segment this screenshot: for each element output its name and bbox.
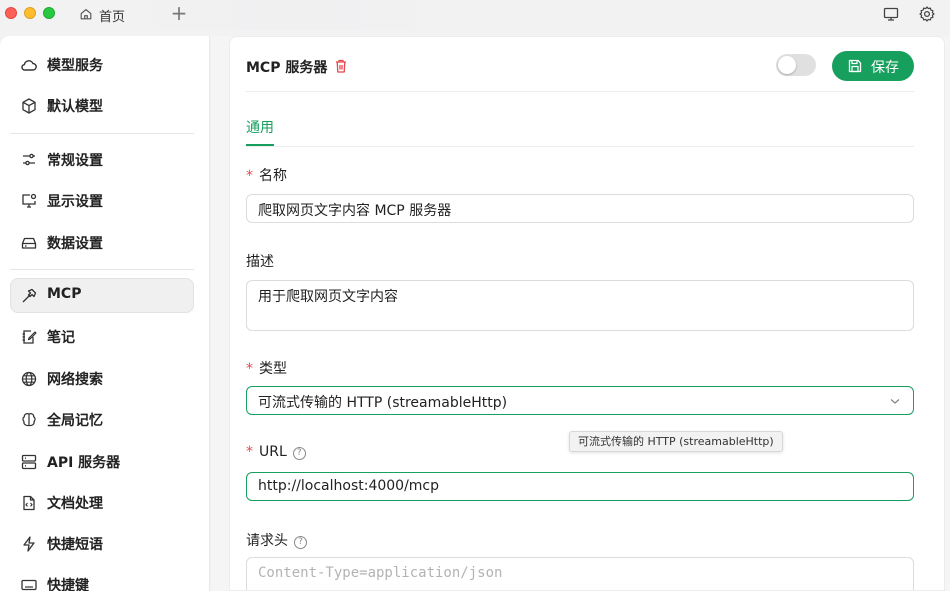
enable-toggle[interactable]	[776, 54, 816, 76]
sidebar-item-general-settings[interactable]: 常规设置	[10, 142, 194, 177]
help-icon[interactable]: ?	[294, 536, 307, 549]
required-mark: *	[246, 361, 253, 377]
note-icon	[22, 330, 37, 344]
sidebar-item-notes[interactable]: 笔记	[10, 319, 194, 354]
globe-icon	[21, 371, 37, 387]
chevron-down-icon	[890, 399, 900, 404]
sidebar-item-data-settings[interactable]: 数据设置	[10, 225, 194, 260]
sidebar-item-default-model[interactable]: 默认模型	[10, 88, 194, 123]
sidebar-item-label: 笔记	[47, 330, 75, 346]
tab-bar-divider	[246, 146, 914, 147]
sidebar-item-label: 显示设置	[47, 194, 103, 210]
save-button[interactable]: 保存	[832, 51, 914, 81]
sidebar-item-model-service[interactable]: 模型服务	[10, 47, 194, 82]
hammer-icon	[22, 288, 37, 303]
tab-general[interactable]: 通用	[246, 117, 274, 137]
sidebar-item-label: 常规设置	[47, 153, 103, 169]
name-input-value: 爬取网页文字内容 MCP 服务器	[258, 203, 452, 219]
zap-icon	[23, 536, 35, 552]
minimize-window-button[interactable]	[24, 7, 36, 19]
tab-home[interactable]: 首页	[70, 0, 470, 30]
headers-placeholder: Content-Type=application/json	[258, 565, 503, 581]
new-tab-button[interactable]: +	[170, 3, 188, 24]
sidebar-item-label: 快捷键	[47, 578, 89, 591]
sidebar-item-display-settings[interactable]: 显示设置	[10, 183, 194, 218]
sidebar-item-label: MCP	[47, 286, 82, 302]
header-divider	[246, 91, 914, 92]
settings-sidebar: 模型服务 默认模型 常规设置 显示设置 数据设置 MCP 笔记 网络搜索 全局记…	[0, 36, 210, 591]
sidebar-item-document-processing[interactable]: 文档处理	[10, 485, 194, 520]
cloud-icon	[21, 60, 37, 71]
toggle-knob	[778, 56, 796, 74]
cube-icon	[22, 98, 36, 114]
sliders-icon	[23, 153, 35, 166]
sidebar-item-shortcuts[interactable]: 快捷键	[10, 567, 194, 591]
sidebar-item-global-memory[interactable]: 全局记忆	[10, 402, 194, 437]
close-window-button[interactable]	[5, 7, 17, 19]
required-mark: *	[246, 444, 253, 460]
save-icon	[848, 59, 862, 73]
sidebar-item-label: 网络搜索	[47, 372, 103, 388]
url-input[interactable]: http://localhost:4000/mcp	[246, 472, 914, 501]
brain-icon	[22, 413, 36, 427]
url-input-value: http://localhost:4000/mcp	[258, 478, 440, 494]
display-settings-icon	[22, 193, 37, 208]
file-code-icon	[23, 495, 35, 511]
sidebar-item-label: 默认模型	[47, 99, 103, 115]
type-select-value: 可流式传输的 HTTP (streamableHttp)	[258, 395, 508, 411]
main-panel: MCP 服务器 保存 通用 * 名称 爬取网页文字内容 MCP 服务器 描述 用于…	[211, 36, 950, 591]
name-label: * 名称	[246, 168, 287, 184]
zoom-window-button[interactable]	[43, 7, 55, 19]
sidebar-item-label: 数据设置	[47, 236, 103, 252]
gear-icon[interactable]	[918, 5, 936, 23]
keyboard-icon	[21, 579, 37, 591]
sidebar-divider	[10, 133, 194, 134]
name-input[interactable]: 爬取网页文字内容 MCP 服务器	[246, 194, 914, 223]
required-mark: *	[246, 168, 253, 184]
sidebar-divider	[10, 269, 194, 270]
sidebar-item-label: API 服务器	[47, 455, 121, 471]
title-bar: 首页 +	[0, 0, 950, 30]
server-icon	[21, 454, 37, 470]
sidebar-item-label: 快捷短语	[47, 537, 103, 553]
mcp-server-editor: MCP 服务器 保存 通用 * 名称 爬取网页文字内容 MCP 服务器 描述 用于…	[229, 36, 945, 591]
url-label: * URL?	[246, 444, 306, 460]
type-tooltip: 可流式传输的 HTTP (streamableHttp)	[569, 431, 783, 452]
storage-icon	[21, 237, 37, 249]
save-button-label: 保存	[871, 60, 899, 76]
help-icon[interactable]: ?	[292, 447, 306, 460]
trash-icon[interactable]	[334, 58, 348, 74]
sidebar-item-mcp[interactable]: MCP	[10, 278, 194, 313]
page-title: MCP 服务器	[246, 60, 328, 76]
description-textarea[interactable]: 用于爬取网页文字内容	[246, 280, 914, 331]
sidebar-item-web-search[interactable]: 网络搜索	[10, 361, 194, 396]
type-select[interactable]: 可流式传输的 HTTP (streamableHttp)	[246, 386, 914, 415]
monitor-icon[interactable]	[882, 5, 900, 23]
type-label: * 类型	[246, 361, 287, 377]
description-label: 描述	[246, 254, 274, 270]
tab-label: 首页	[99, 10, 126, 25]
sidebar-item-label: 文档处理	[47, 496, 103, 512]
sidebar-item-api-server[interactable]: API 服务器	[10, 444, 194, 479]
home-icon	[80, 9, 92, 20]
sidebar-item-label: 全局记忆	[47, 413, 103, 429]
sidebar-item-quick-phrases[interactable]: 快捷短语	[10, 526, 194, 561]
headers-textarea[interactable]: Content-Type=application/json	[246, 557, 914, 590]
headers-label: 请求头?	[246, 530, 307, 550]
description-value: 用于爬取网页文字内容	[258, 289, 398, 305]
sidebar-item-label: 模型服务	[47, 58, 103, 74]
